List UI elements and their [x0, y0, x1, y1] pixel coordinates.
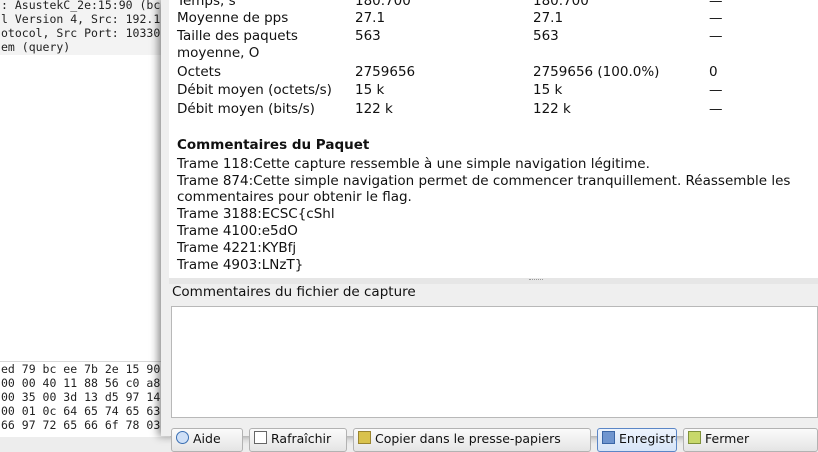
bytes-line: 00 01 0c 64 65 74 65 63: [1, 404, 161, 418]
copy-to-clipboard-button[interactable]: Copier dans le presse-papiers: [353, 428, 591, 452]
close-button-label: Fermer: [705, 431, 750, 446]
stat-displayed: 2759656 (100.0%): [533, 64, 660, 80]
stat-marked: —: [709, 82, 723, 98]
stat-displayed: 563: [533, 28, 559, 44]
packet-comment-line: Trame 874:Cette simple navigation permet…: [177, 173, 791, 205]
stat-captured: 563: [355, 28, 381, 44]
packet-comment-line: Trame 4903:LNzT}: [177, 257, 304, 273]
stat-marked: —: [709, 28, 723, 44]
packet-detail-line[interactable]: l Version 4, Src: 192.1: [1, 12, 160, 26]
packet-details-pane[interactable]: : AsustekC_2e:15:90 (bc l Version 4, Src…: [0, 0, 170, 55]
copy-button-label: Copier dans le presse-papiers: [375, 431, 561, 446]
packet-comments-heading: Commentaires du Paquet: [177, 137, 370, 153]
capture-comments-label: Commentaires du fichier de capture: [172, 284, 416, 300]
bytes-line: 00 35 00 3d 13 d5 97 14: [1, 390, 161, 404]
stat-captured: 15 k: [355, 82, 385, 98]
stat-displayed: 122 k: [533, 101, 571, 117]
stat-label: Taille des paquets moyenne, O: [177, 28, 298, 61]
stat-captured: 2759656: [355, 64, 416, 80]
save-button-label: Enregistrer: [619, 431, 676, 446]
stat-captured: 27.1: [355, 10, 386, 26]
stat-label: Moyenne de pps: [177, 10, 289, 26]
help-button-label: Aide: [193, 431, 221, 446]
packet-bytes-pane[interactable]: ed 79 bc ee 7b 2e 15 90 00 00 40 11 88 5…: [0, 361, 170, 437]
help-icon: [176, 431, 189, 444]
close-icon: [688, 431, 701, 444]
capture-comments-textarea[interactable]: [171, 306, 818, 418]
packet-detail-line[interactable]: em (query): [1, 40, 70, 54]
save-icon: [602, 431, 615, 444]
refresh-button[interactable]: Rafraîchir: [249, 428, 347, 452]
packet-comment-line: Trame 3188:ECSC{cShl: [177, 206, 335, 222]
stat-displayed: 27.1: [533, 10, 564, 26]
stat-captured: 180.700: [355, 0, 411, 9]
stat-label: Octets: [177, 64, 221, 80]
stat-marked: 0: [709, 64, 718, 80]
bytes-line: ed 79 bc ee 7b 2e 15 90: [1, 362, 161, 376]
packet-comment-line: Trame 118:Cette capture ressemble à une …: [177, 156, 650, 172]
splitter-grip-icon: [529, 279, 543, 282]
stat-marked: —: [709, 101, 723, 117]
packet-comment-line: Trame 4221:KYBfj: [177, 240, 297, 256]
save-button[interactable]: Enregistrer: [597, 428, 677, 452]
summary-view[interactable]: Temps, s 180.700 180.700 — Moyenne de pp…: [169, 0, 818, 278]
bytes-line: 00 00 40 11 88 56 c0 a8: [1, 376, 161, 390]
wireshark-main-window: : AsustekC_2e:15:90 (bc l Version 4, Src…: [0, 0, 170, 437]
refresh-icon: [254, 431, 267, 444]
stat-marked: —: [709, 0, 723, 9]
packet-comment-line: Trame 4100:e5dO: [177, 223, 298, 239]
stat-label: Débit moyen (bits/s): [177, 101, 315, 117]
close-button[interactable]: Fermer: [683, 428, 818, 452]
packet-detail-line[interactable]: : AsustekC_2e:15:90 (bc: [1, 0, 160, 12]
stat-label: Temps, s: [177, 0, 236, 9]
stat-captured: 122 k: [355, 101, 393, 117]
stat-label: Débit moyen (octets/s): [177, 82, 332, 98]
stat-marked: —: [709, 10, 723, 26]
capture-properties-dialog: Temps, s 180.700 180.700 — Moyenne de pp…: [161, 0, 818, 452]
stat-displayed: 180.700: [533, 0, 589, 9]
stat-displayed: 15 k: [533, 82, 563, 98]
help-button[interactable]: Aide: [171, 428, 243, 452]
packet-detail-line[interactable]: otocol, Src Port: 10330: [1, 26, 160, 40]
bytes-line: 66 97 72 65 66 6f 78 03: [1, 418, 161, 432]
clipboard-icon: [358, 431, 371, 444]
refresh-button-label: Rafraîchir: [271, 431, 332, 446]
